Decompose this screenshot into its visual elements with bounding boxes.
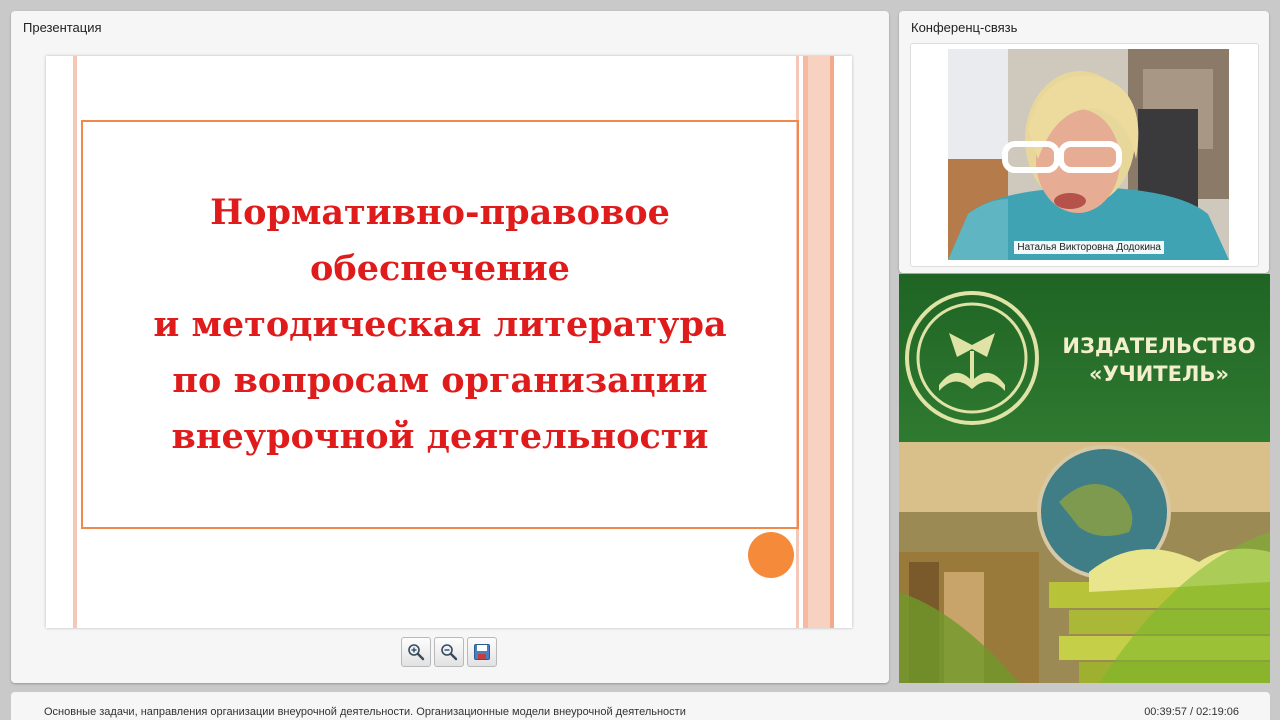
conference-panel-title: Конференц-связь (911, 20, 1018, 35)
publisher-banner: ИЗДАТЕЛЬСТВО «УЧИТЕЛЬ» (899, 274, 1270, 683)
speaker-video-image (948, 49, 1229, 260)
zoom-out-button[interactable] (434, 637, 464, 667)
books-globe-illustration (899, 442, 1270, 683)
slide-title: Нормативно-правовое обеспечение и методи… (81, 120, 799, 529)
status-bar: Основные задачи, направления организации… (11, 692, 1270, 720)
speaker-name-label: Наталья Викторовна Додокина (1014, 241, 1164, 254)
video-frame: Наталья Викторовна Додокина (910, 43, 1259, 267)
slide-title-line: по вопросам организации (172, 359, 708, 401)
slide-title-line: внеурочной деятельности (171, 415, 709, 457)
lesson-title: Основные задачи, направления организации… (44, 706, 686, 718)
webcam-video: Наталья Викторовна Додокина (948, 49, 1229, 260)
publisher-name: ИЗДАТЕЛЬСТВО «УЧИТЕЛЬ» (1049, 332, 1269, 388)
zoom-in-icon (408, 644, 425, 661)
slide-stripe-right-3 (808, 56, 830, 628)
publisher-name-line2: «УЧИТЕЛЬ» (1089, 362, 1229, 386)
zoom-in-button[interactable] (401, 637, 431, 667)
floppy-disk-icon (474, 644, 490, 660)
zoom-out-icon (441, 644, 458, 661)
slide-orange-circle (748, 532, 794, 578)
save-button[interactable] (467, 637, 497, 667)
book-emblem-icon (916, 302, 1028, 414)
slide-title-line: Нормативно-правовое (210, 191, 670, 233)
slide-title-line: обеспечение (310, 247, 570, 289)
playback-timer: 00:39:57 / 02:19:06 (1144, 706, 1239, 718)
books-globe-image (899, 442, 1270, 683)
slide-stripe-right-4 (830, 56, 834, 628)
publisher-banner-header: ИЗДАТЕЛЬСТВО «УЧИТЕЛЬ» (899, 274, 1270, 442)
conference-panel: Конференц-связь Наталья Викторовна Додок… (899, 11, 1269, 273)
presentation-slide: Нормативно-правовое обеспечение и методи… (46, 56, 852, 628)
publisher-name-line1: ИЗДАТЕЛЬСТВО (1062, 334, 1256, 358)
publisher-logo (905, 291, 1039, 425)
presentation-panel-title: Презентация (23, 20, 102, 35)
slide-stripe-left (73, 56, 77, 628)
slide-title-line: и методическая литература (153, 303, 727, 345)
presentation-toolbar (401, 637, 497, 667)
presentation-panel: Презентация Нормативно-правовое обеспече… (11, 11, 889, 683)
